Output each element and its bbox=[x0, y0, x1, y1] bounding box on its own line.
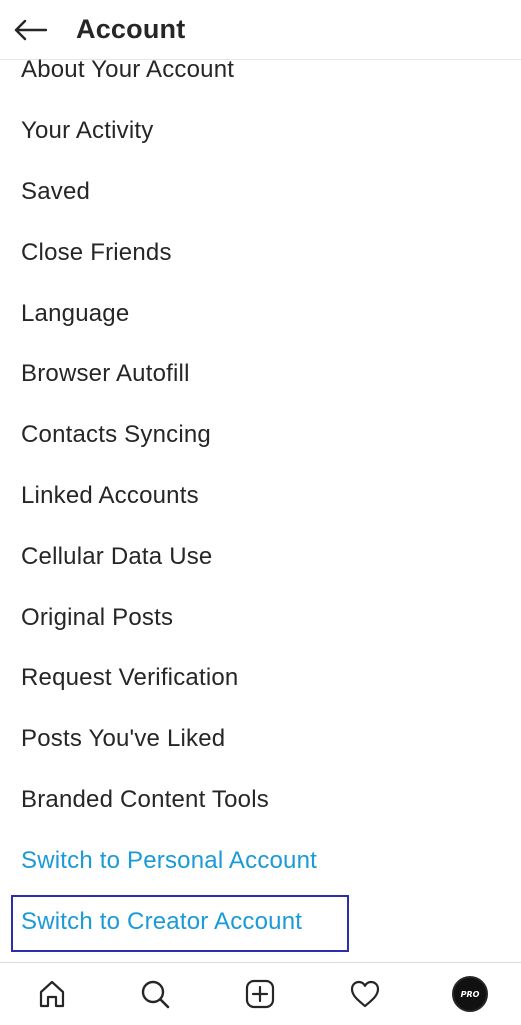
menu-item-language[interactable]: Language bbox=[0, 283, 521, 344]
profile-avatar: PRO bbox=[452, 976, 488, 1012]
menu-item-close-friends[interactable]: Close Friends bbox=[0, 222, 521, 283]
menu-item-browser-autofill[interactable]: Browser Autofill bbox=[0, 344, 521, 405]
add-post-icon bbox=[245, 979, 275, 1009]
tab-activity[interactable] bbox=[335, 963, 395, 1025]
tab-home[interactable] bbox=[22, 963, 82, 1025]
avatar-logo-text: PRO bbox=[460, 989, 480, 999]
switch-to-creator-account-link[interactable]: Switch to Creator Account bbox=[0, 891, 521, 952]
tab-search[interactable] bbox=[125, 963, 185, 1025]
switch-to-personal-account-link[interactable]: Switch to Personal Account bbox=[0, 830, 521, 891]
menu-item-your-activity[interactable]: Your Activity bbox=[0, 101, 521, 162]
menu-item-about-your-account[interactable]: About Your Account bbox=[0, 40, 521, 101]
menu-item-request-verification[interactable]: Request Verification bbox=[0, 648, 521, 709]
account-settings-list: About Your Account Your Activity Saved C… bbox=[0, 40, 521, 952]
menu-item-cellular-data-use[interactable]: Cellular Data Use bbox=[0, 526, 521, 587]
bottom-tab-bar: PRO bbox=[0, 962, 521, 1024]
home-icon bbox=[39, 980, 65, 1008]
tab-new-post[interactable] bbox=[230, 963, 290, 1025]
menu-item-linked-accounts[interactable]: Linked Accounts bbox=[0, 466, 521, 527]
menu-item-saved[interactable]: Saved bbox=[0, 162, 521, 223]
menu-item-contacts-syncing[interactable]: Contacts Syncing bbox=[0, 405, 521, 466]
search-icon bbox=[141, 980, 170, 1009]
menu-item-original-posts[interactable]: Original Posts bbox=[0, 587, 521, 648]
menu-item-posts-youve-liked[interactable]: Posts You've Liked bbox=[0, 709, 521, 770]
heart-icon bbox=[350, 980, 380, 1008]
menu-item-branded-content-tools[interactable]: Branded Content Tools bbox=[0, 770, 521, 831]
arrow-left-icon bbox=[14, 19, 47, 40]
tab-profile[interactable]: PRO bbox=[440, 963, 500, 1025]
